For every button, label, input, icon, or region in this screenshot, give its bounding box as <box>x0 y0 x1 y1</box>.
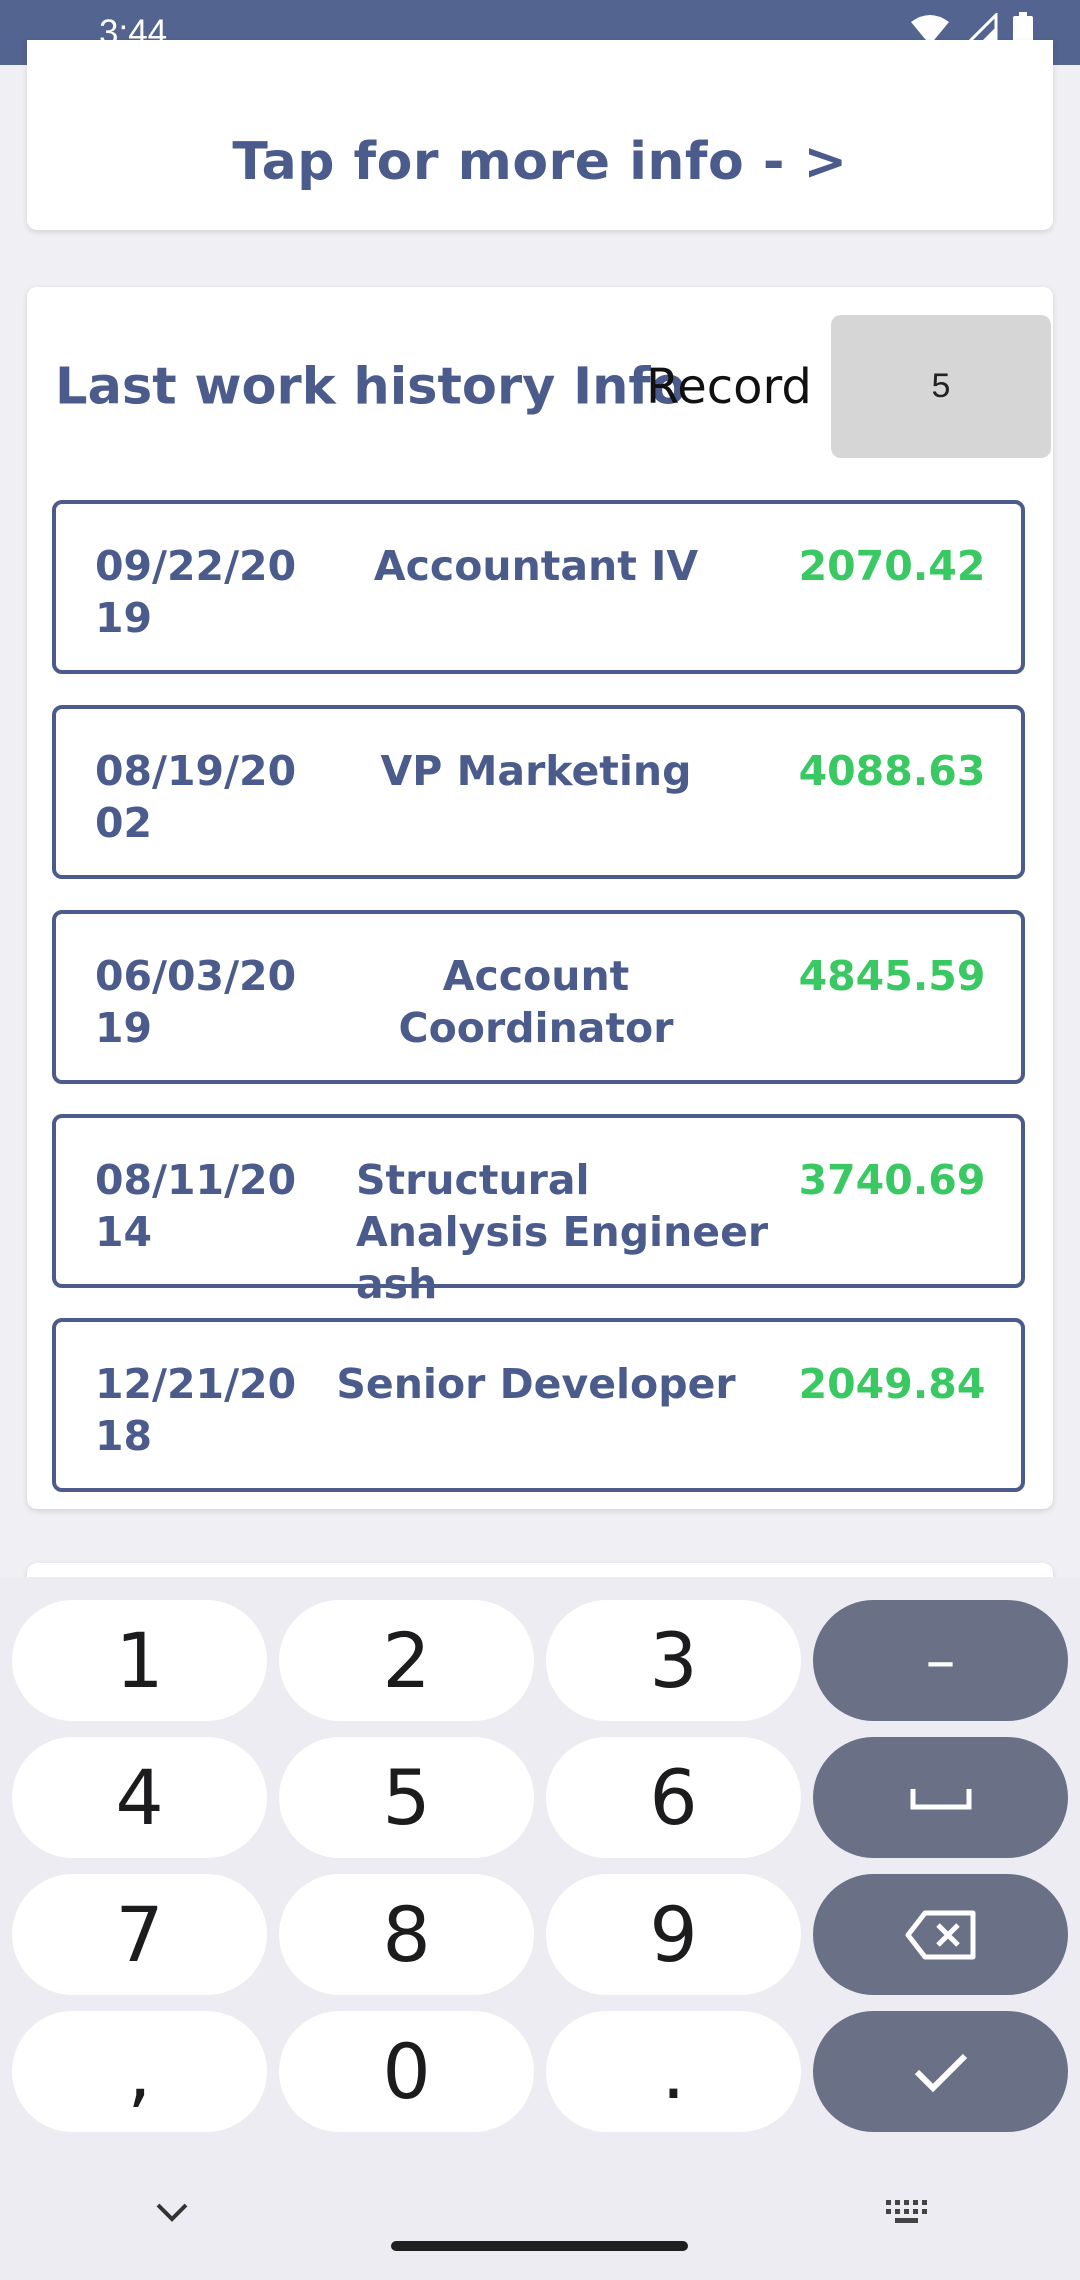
key-8[interactable]: 8 <box>279 1874 534 1995</box>
history-row-amount: 2049.84 <box>798 1360 986 1408</box>
key-3[interactable]: 3 <box>546 1600 801 1721</box>
history-row-amount: 4088.63 <box>798 747 986 795</box>
key-6[interactable]: 6 <box>546 1737 801 1858</box>
history-row[interactable]: 08/11/2014 Structural Analysis Engineer … <box>52 1114 1025 1308</box>
key-7[interactable]: 7 <box>12 1874 267 1995</box>
record-input[interactable] <box>831 315 1051 458</box>
history-row-date: 08/19/2002 <box>95 747 297 847</box>
key-backspace[interactable] <box>813 1874 1068 1995</box>
history-row[interactable]: 06/03/2019 Account Coordinator 4845.59 <box>52 910 1025 1084</box>
key-2[interactable]: 2 <box>279 1600 534 1721</box>
app-screen: 3:44 Tap for more info - > Last work his… <box>0 0 1080 2280</box>
work-history-title: Last work history Info <box>55 357 686 417</box>
history-row-title: Account Coordinator <box>398 952 674 1052</box>
more-info-link[interactable]: Tap for more info - > <box>27 132 1053 192</box>
keyboard-bottom-bar <box>0 2160 1080 2280</box>
history-row-title: Structural Analysis Engineer ash <box>356 1156 769 1308</box>
history-row[interactable]: 08/19/2002 VP Marketing 4088.63 <box>52 705 1025 879</box>
key-done[interactable] <box>813 2011 1068 2132</box>
history-row-title: Senior Developer <box>336 1360 736 1408</box>
key-4[interactable]: 4 <box>12 1737 267 1858</box>
record-label: Record <box>646 359 812 415</box>
keyboard-switch-icon[interactable] <box>884 2198 930 2233</box>
key-period[interactable]: . <box>546 2011 801 2132</box>
key-space[interactable] <box>813 1737 1068 1858</box>
history-row[interactable]: 09/22/2019 Accountant IV 2070.42 <box>52 500 1025 674</box>
key-1[interactable]: 1 <box>12 1600 267 1721</box>
key-minus[interactable]: – <box>813 1600 1068 1721</box>
history-row-amount: 3740.69 <box>798 1156 986 1204</box>
history-row-date: 06/03/2019 <box>95 952 297 1052</box>
history-row-date: 12/21/2018 <box>95 1360 297 1460</box>
key-0[interactable]: 0 <box>279 2011 534 2132</box>
key-comma[interactable]: , <box>12 2011 267 2132</box>
more-info-card[interactable]: Tap for more info - > <box>27 40 1053 230</box>
home-indicator[interactable] <box>391 2241 688 2251</box>
history-row-title: VP Marketing <box>380 747 692 795</box>
backspace-icon <box>905 1910 975 1959</box>
history-row-amount: 4845.59 <box>798 952 986 1000</box>
history-row-date: 09/22/2019 <box>95 542 297 642</box>
key-9[interactable]: 9 <box>546 1874 801 1995</box>
history-row-title: Accountant IV <box>373 542 699 590</box>
key-5[interactable]: 5 <box>279 1737 534 1858</box>
work-history-card: Last work history Info Record 09/22/2019… <box>27 287 1053 1509</box>
space-icon <box>910 1788 971 1809</box>
hide-keyboard-chevron-icon[interactable] <box>155 2200 189 2229</box>
checkmark-icon <box>914 2053 967 2092</box>
history-row[interactable]: 12/21/2018 Senior Developer 2049.84 <box>52 1318 1025 1492</box>
history-row-amount: 2070.42 <box>798 542 986 590</box>
history-row-date: 08/11/2014 <box>95 1156 297 1256</box>
